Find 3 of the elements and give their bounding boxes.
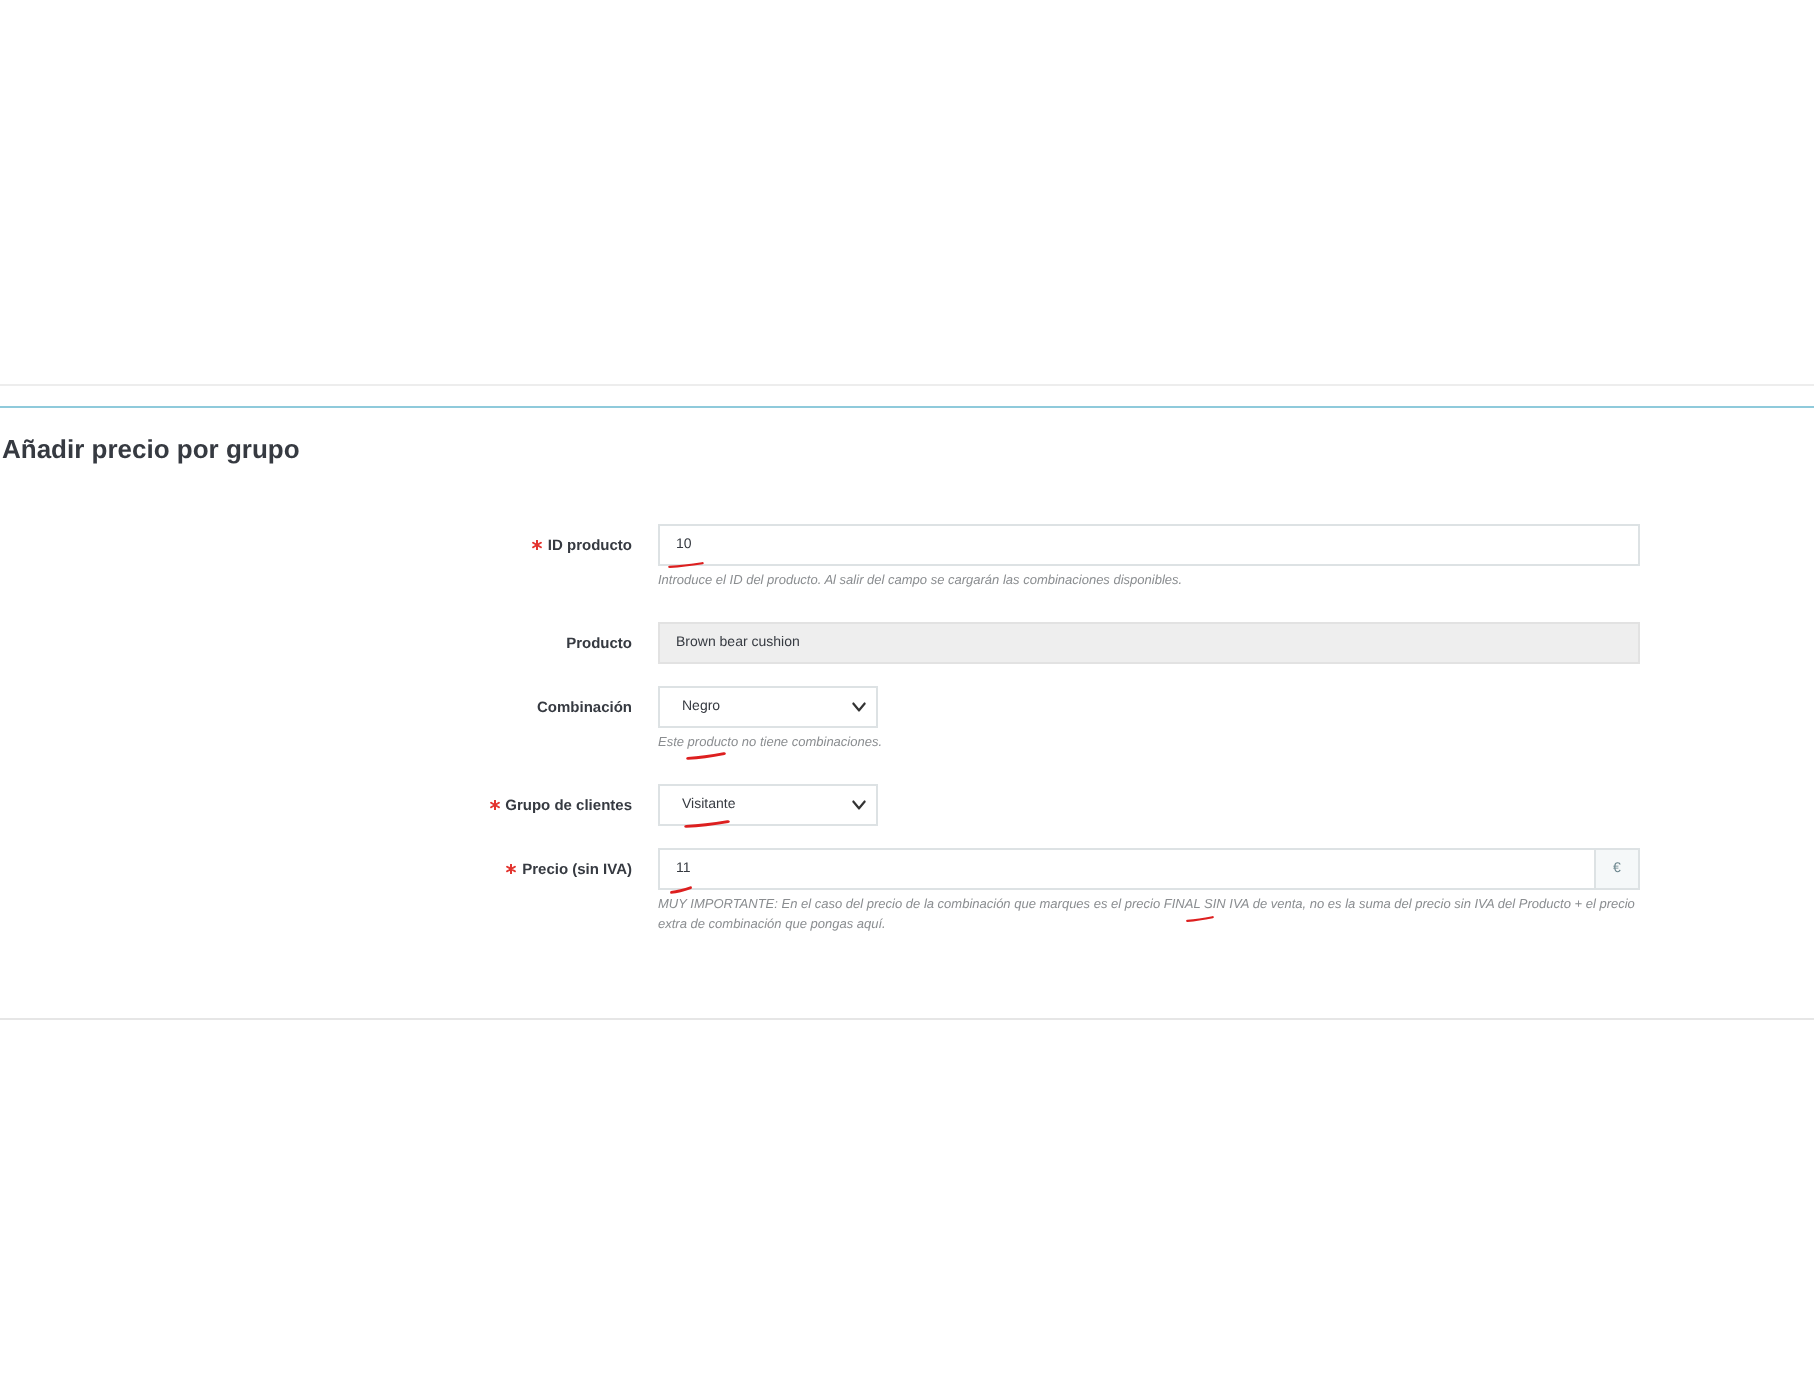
chevron-down-icon <box>852 702 866 712</box>
chevron-down-icon <box>852 800 866 810</box>
panel-title: Añadir precio por grupo <box>0 432 302 468</box>
